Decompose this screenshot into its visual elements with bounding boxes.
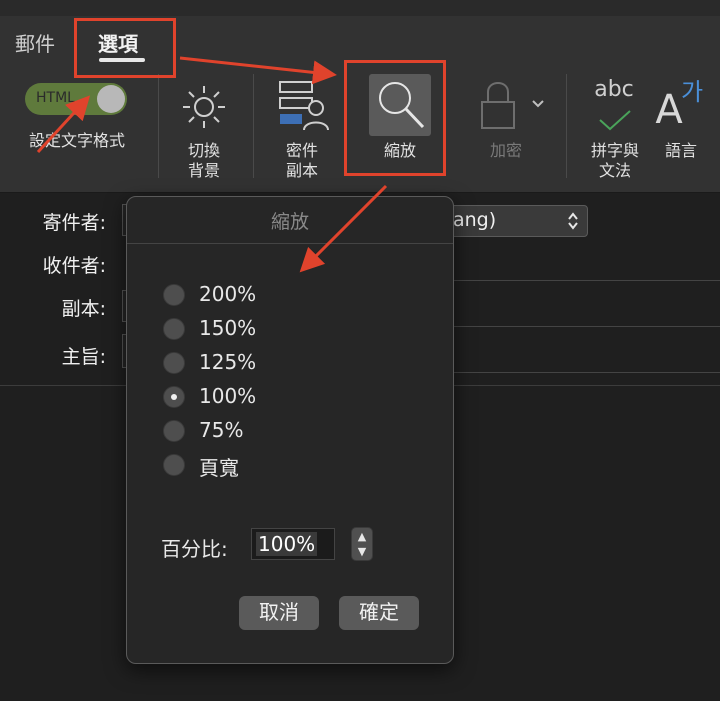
- format-text-label: 設定文字格式: [28, 131, 125, 150]
- bcc-label-1: 密件: [285, 141, 318, 160]
- radio-button[interactable]: [163, 284, 185, 306]
- language-label: 語言: [664, 141, 697, 160]
- updown-chevron-icon: [568, 212, 578, 230]
- ribbon-separator: [566, 74, 567, 178]
- bcc-label-2: 副本: [285, 161, 318, 180]
- encrypt-label: 加密: [489, 141, 522, 160]
- sun-icon[interactable]: [181, 84, 227, 130]
- radio-label: 75%: [199, 418, 244, 442]
- radio-button[interactable]: [163, 454, 185, 476]
- html-format-toggle[interactable]: HTML: [25, 83, 127, 115]
- from-label: 寄件者:: [42, 212, 106, 234]
- annotation-box-options-tab: [74, 18, 176, 78]
- percent-stepper[interactable]: ▲ ▼: [351, 527, 373, 561]
- toggle-text: HTML: [36, 90, 75, 106]
- radio-label: 100%: [199, 384, 257, 408]
- to-label: 收件者:: [42, 255, 106, 277]
- zoom-dialog: 縮放 200% 150% 125% 100% 75% 頁寬 百分比: 100% …: [126, 196, 454, 664]
- radio-label: 200%: [199, 282, 257, 306]
- stepper-down-icon[interactable]: ▼: [352, 546, 372, 558]
- to-field-line: [452, 280, 720, 281]
- tab-mail[interactable]: 郵件: [15, 28, 55, 57]
- radio-label: 150%: [199, 316, 257, 340]
- chevron-down-icon[interactable]: [531, 99, 545, 109]
- radio-button[interactable]: [163, 318, 185, 340]
- spelling-glyph: abc: [594, 77, 634, 102]
- bcc-icon[interactable]: [278, 80, 330, 132]
- cancel-button[interactable]: 取消: [239, 596, 319, 630]
- from-account-select[interactable]: ang): [440, 205, 588, 237]
- dialog-title-separator: [127, 243, 453, 244]
- stepper-up-icon[interactable]: ▲: [352, 531, 372, 543]
- percent-label: 百分比:: [161, 537, 228, 561]
- subject-field-line: [452, 372, 720, 373]
- radio-button-selected[interactable]: [163, 386, 185, 408]
- percent-value: 100%: [256, 532, 318, 556]
- switch-background-label-1: 切換: [187, 141, 220, 160]
- language-glyph-ga: 가: [680, 78, 704, 106]
- radio-label: 頁寬: [199, 456, 239, 480]
- ribbon-separator: [253, 74, 254, 178]
- percent-input[interactable]: 100%: [251, 528, 335, 560]
- radio-button[interactable]: [163, 420, 185, 442]
- dialog-title: 縮放: [270, 211, 309, 233]
- ok-button[interactable]: 確定: [339, 596, 419, 630]
- switch-background-label-2: 背景: [187, 161, 220, 180]
- radio-button[interactable]: [163, 352, 185, 374]
- spelling-label-2: 文法: [598, 161, 631, 180]
- subject-label: 主旨:: [61, 346, 106, 368]
- from-account-value: ang): [453, 209, 497, 231]
- checkmark-icon: [599, 110, 631, 131]
- cc-label: 副本:: [61, 298, 106, 320]
- window-top-strip: [0, 0, 720, 16]
- ribbon-separator: [158, 74, 159, 178]
- cc-field-line: [452, 326, 720, 327]
- spelling-label-1: 拼字與: [590, 141, 639, 160]
- annotation-box-zoom: [344, 60, 446, 176]
- toggle-knob: [97, 85, 125, 113]
- lock-icon[interactable]: [478, 76, 518, 132]
- radio-label: 125%: [199, 350, 257, 374]
